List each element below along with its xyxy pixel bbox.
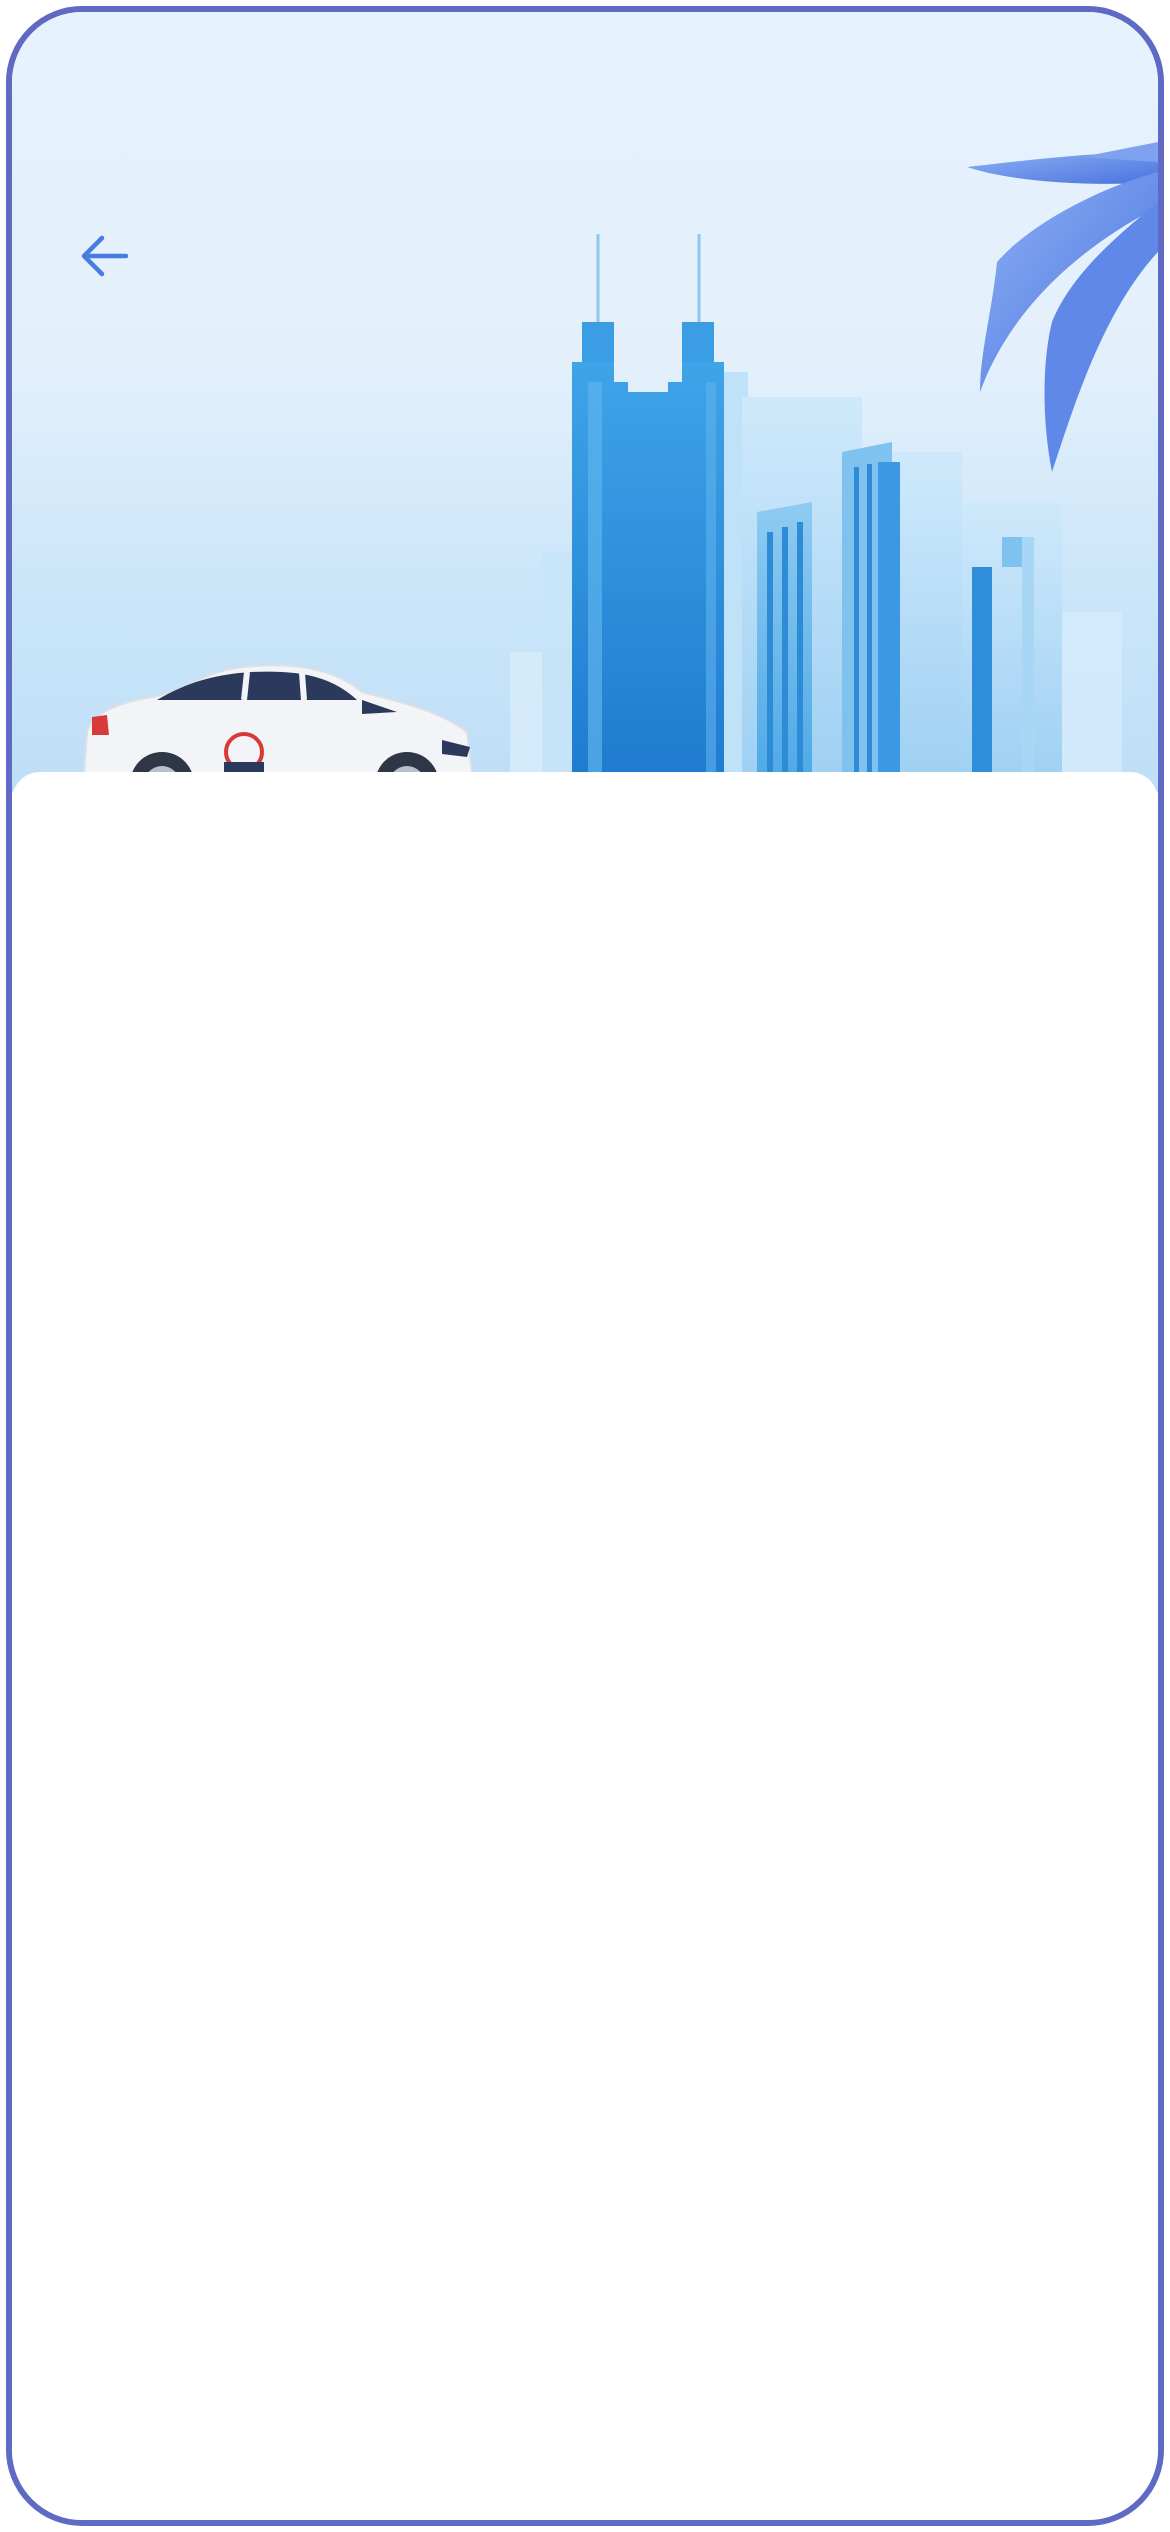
city-skyline-illustration bbox=[82, 142, 1158, 830]
hero-banner bbox=[12, 12, 1158, 830]
back-button[interactable] bbox=[64, 216, 144, 296]
palm-leaves bbox=[967, 142, 1158, 472]
city-buildings bbox=[742, 397, 1062, 782]
arrow-left-icon bbox=[81, 235, 129, 277]
phone-frame bbox=[6, 6, 1164, 2526]
content-sheet bbox=[12, 772, 1158, 2520]
twin-tower bbox=[572, 234, 748, 782]
